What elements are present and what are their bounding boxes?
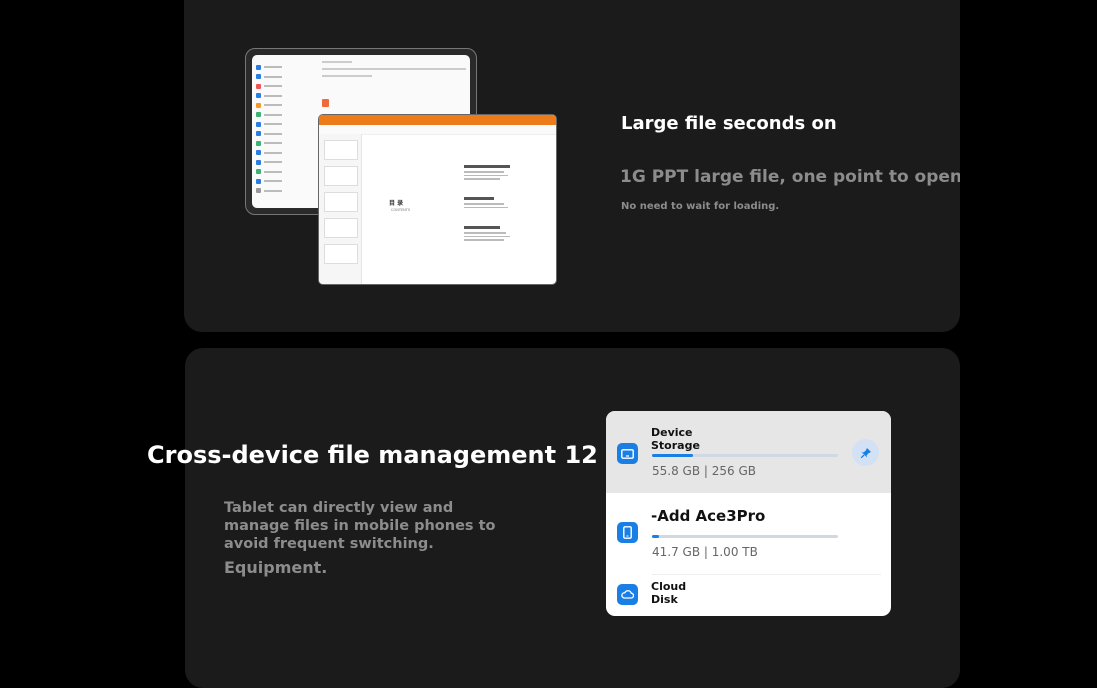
feature-card-large-file: 目 录 CONTENTS Large file seconds on 1G PP…: [184, 0, 960, 332]
pin-icon[interactable]: [852, 439, 879, 466]
card-note: No need to wait for loading.: [621, 201, 780, 212]
storage-progress-bar: [652, 454, 838, 457]
slide-toc-item: [464, 226, 544, 243]
file-sidebar: [256, 63, 314, 196]
storage-row-device[interactable]: Device Storage 55.8 GB | 256 GB: [606, 411, 891, 493]
ppt-titlebar: [319, 115, 556, 125]
slide-thumbnails: [319, 134, 362, 284]
storage-size: 55.8 GB | 256 GB: [652, 464, 756, 478]
feature-card-cross-device: Cross-device file management 12 Tablet c…: [147, 348, 960, 688]
slide-toc-title: 目 录: [389, 200, 404, 207]
storage-name: Cloud Disk: [651, 580, 687, 606]
storage-name: Device Storage: [651, 426, 700, 452]
slide-toc-item: [464, 197, 544, 210]
storage-row-cloud[interactable]: Cloud Disk: [606, 575, 891, 616]
card-equipment-text: Equipment.: [224, 558, 328, 577]
phone-icon: [617, 522, 638, 543]
card-title: Large file seconds on: [621, 113, 837, 134]
cloud-icon: [617, 584, 638, 605]
storage-progress-bar: [652, 535, 838, 538]
content-column: 目 录 CONTENTS Large file seconds on 1G PP…: [23, 0, 1073, 688]
card-description: Tablet can directly view and manage file…: [224, 500, 496, 552]
storage-row-ace3pro[interactable]: -Add Ace3Pro 41.7 GB | 1.00 TB: [606, 493, 891, 575]
storage-size: 41.7 GB | 1.00 TB: [652, 545, 758, 559]
slide-toc-item: [464, 165, 544, 182]
storage-name: -Add Ace3Pro: [651, 507, 766, 525]
card-subtitle: 1G PPT large file, one point to open,: [620, 167, 960, 187]
slide-toc-subtitle: CONTENTS: [391, 208, 411, 212]
card-title: Cross-device file management 12: [147, 441, 598, 469]
file-list-area: [322, 61, 466, 82]
ppt-file-icon: [322, 99, 329, 107]
storage-panel: Device Storage 55.8 GB | 256 GB -Add Ace…: [606, 411, 891, 616]
ppt-window-mockup: 目 录 CONTENTS: [319, 115, 556, 284]
tablet-icon: [617, 443, 638, 464]
